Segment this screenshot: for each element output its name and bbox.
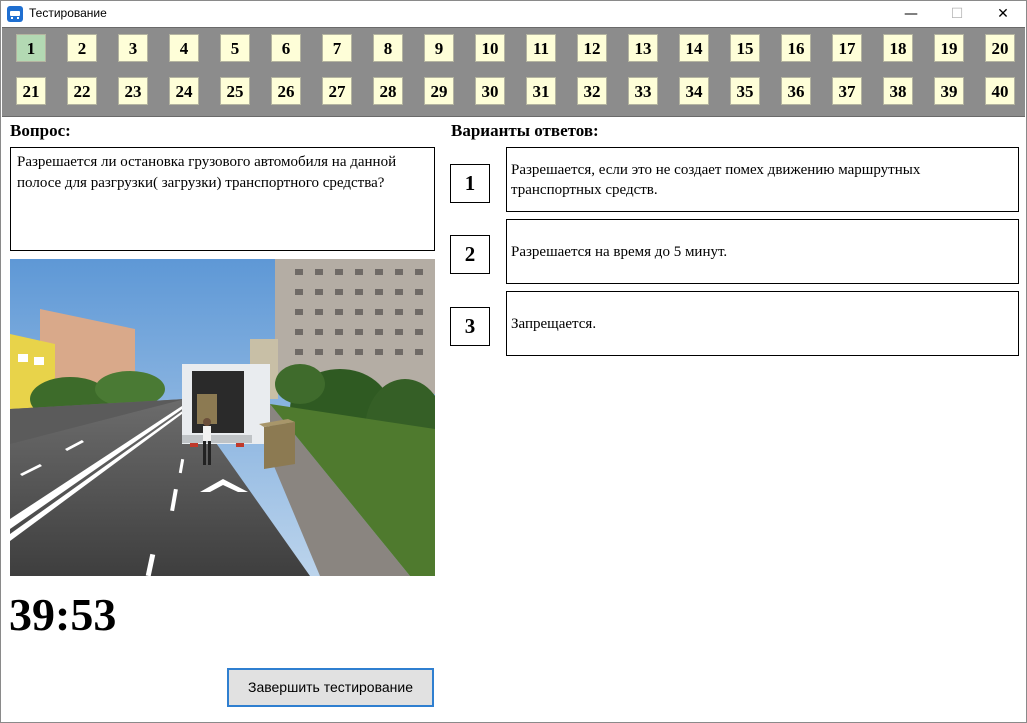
question-button-36[interactable]: 36 — [781, 77, 811, 105]
question-button-26[interactable]: 26 — [271, 77, 301, 105]
answer-number-3[interactable]: 3 — [450, 307, 490, 346]
question-text: Разрешается ли остановка грузового автом… — [10, 147, 435, 251]
question-button-4[interactable]: 4 — [169, 34, 199, 62]
question-button-8[interactable]: 8 — [373, 34, 403, 62]
answer-option-1[interactable]: Разрешается, если это не создает помех д… — [506, 147, 1019, 212]
question-button-6[interactable]: 6 — [271, 34, 301, 62]
answer-number-2[interactable]: 2 — [450, 235, 490, 274]
question-button-35[interactable]: 35 — [730, 77, 760, 105]
countdown-timer: 39:53 — [9, 589, 117, 640]
close-button[interactable]: ✕ — [980, 1, 1026, 27]
question-button-17[interactable]: 17 — [832, 34, 862, 62]
answer-number-1[interactable]: 1 — [450, 164, 490, 203]
question-button-29[interactable]: 29 — [424, 77, 454, 105]
question-button-13[interactable]: 13 — [628, 34, 658, 62]
answer-option-3[interactable]: Запрещается. — [506, 291, 1019, 356]
question-button-1[interactable]: 1 — [16, 34, 46, 62]
question-illustration — [10, 259, 435, 576]
answers-label: Варианты ответов: — [451, 121, 599, 140]
question-button-16[interactable]: 16 — [781, 34, 811, 62]
question-button-37[interactable]: 37 — [832, 77, 862, 105]
question-button-11[interactable]: 11 — [526, 34, 556, 62]
question-button-25[interactable]: 25 — [220, 77, 250, 105]
question-button-33[interactable]: 33 — [628, 77, 658, 105]
maximize-button[interactable]: ☐ — [934, 1, 980, 27]
question-button-5[interactable]: 5 — [220, 34, 250, 62]
question-button-15[interactable]: 15 — [730, 34, 760, 62]
question-button-14[interactable]: 14 — [679, 34, 709, 62]
answer-option-2[interactable]: Разрешается на время до 5 минут. — [506, 219, 1019, 284]
question-button-24[interactable]: 24 — [169, 77, 199, 105]
question-button-9[interactable]: 9 — [424, 34, 454, 62]
question-button-28[interactable]: 28 — [373, 77, 403, 105]
window-title: Тестирование — [29, 6, 107, 20]
question-button-38[interactable]: 38 — [883, 77, 913, 105]
question-button-3[interactable]: 3 — [118, 34, 148, 62]
question-button-30[interactable]: 30 — [475, 77, 505, 105]
question-navigation-panel: 1 2 3 4 5 6 7 8 9 10 11 12 13 14 15 16 1… — [2, 27, 1025, 117]
question-button-19[interactable]: 19 — [934, 34, 964, 62]
question-button-31[interactable]: 31 — [526, 77, 556, 105]
question-button-18[interactable]: 18 — [883, 34, 913, 62]
title-bar: Тестирование — ☐ ✕ — [1, 1, 1026, 27]
question-button-2[interactable]: 2 — [67, 34, 97, 62]
question-button-32[interactable]: 32 — [577, 77, 607, 105]
question-button-39[interactable]: 39 — [934, 77, 964, 105]
question-button-10[interactable]: 10 — [475, 34, 505, 62]
question-button-21[interactable]: 21 — [16, 77, 46, 105]
bus-app-icon — [7, 6, 23, 22]
question-button-20[interactable]: 20 — [985, 34, 1015, 62]
question-button-7[interactable]: 7 — [322, 34, 352, 62]
question-button-27[interactable]: 27 — [322, 77, 352, 105]
question-button-12[interactable]: 12 — [577, 34, 607, 62]
minimize-button[interactable]: — — [888, 1, 934, 27]
finish-test-button[interactable]: Завершить тестирование — [227, 668, 434, 707]
question-button-40[interactable]: 40 — [985, 77, 1015, 105]
app-window: Тестирование — ☐ ✕ 1 2 3 4 5 6 7 8 9 10 … — [0, 0, 1027, 723]
question-button-34[interactable]: 34 — [679, 77, 709, 105]
question-button-22[interactable]: 22 — [67, 77, 97, 105]
question-button-23[interactable]: 23 — [118, 77, 148, 105]
question-label: Вопрос: — [10, 121, 71, 140]
